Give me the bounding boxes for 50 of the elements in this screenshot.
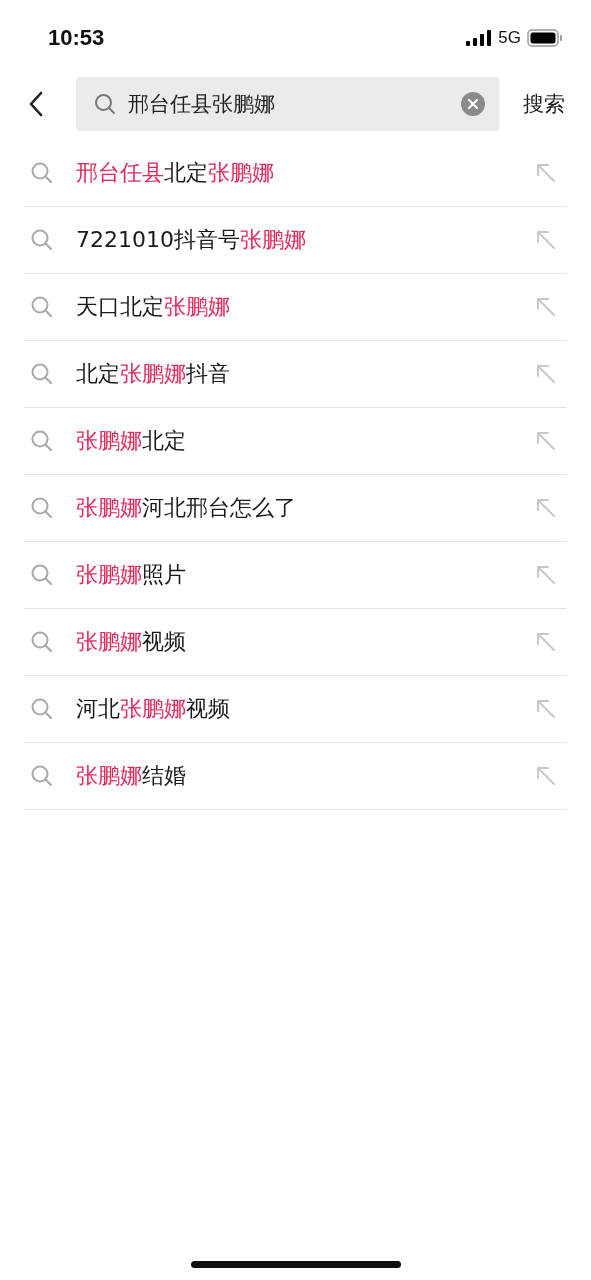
search-icon (30, 496, 54, 520)
search-icon (30, 563, 54, 587)
arrow-icon[interactable] (535, 363, 557, 385)
suggestion-item[interactable]: 河北张鹏娜视频 (24, 676, 567, 743)
arrow-icon[interactable] (535, 497, 557, 519)
arrow-icon[interactable] (535, 631, 557, 653)
suggestion-item[interactable]: 天口北定张鹏娜 (24, 274, 567, 341)
suggestion-text: 河北张鹏娜视频 (76, 695, 231, 723)
suggestion-text: 7221010抖音号张鹏娜 (76, 226, 307, 254)
suggestion-text: 张鹏娜结婚 (76, 762, 187, 790)
arrow-icon[interactable] (535, 229, 557, 251)
suggestion-text: 北定张鹏娜抖音 (76, 360, 231, 388)
search-icon (30, 764, 54, 788)
search-icon (30, 697, 54, 721)
search-icon (30, 362, 54, 386)
arrow-icon[interactable] (535, 698, 557, 720)
suggestion-item[interactable]: 7221010抖音号张鹏娜 (24, 207, 567, 274)
arrow-icon[interactable] (535, 430, 557, 452)
search-button[interactable]: 搜索 (523, 90, 565, 118)
back-icon[interactable] (28, 91, 44, 117)
search-icon (30, 228, 54, 252)
search-icon (30, 161, 54, 185)
search-icon (30, 295, 54, 319)
arrow-icon[interactable] (535, 765, 557, 787)
search-icon (30, 630, 54, 654)
suggestion-item[interactable]: 邢台任县北定张鹏娜 (24, 140, 567, 207)
status-time: 10:53 (48, 25, 105, 51)
arrow-icon[interactable] (535, 564, 557, 586)
suggestion-text: 张鹏娜北定 (76, 427, 187, 455)
search-icon (94, 93, 116, 115)
search-bar[interactable]: 邢台任县张鹏娜 (76, 77, 499, 131)
suggestion-item[interactable]: 张鹏娜河北邢台怎么了 (24, 475, 567, 542)
suggestion-item[interactable]: 张鹏娜视频 (24, 609, 567, 676)
arrow-icon[interactable] (535, 162, 557, 184)
suggestion-text: 天口北定张鹏娜 (76, 293, 231, 321)
clear-icon[interactable] (461, 92, 485, 116)
suggestion-text: 张鹏娜照片 (76, 561, 187, 589)
suggestion-text: 张鹏娜河北邢台怎么了 (76, 494, 297, 522)
suggestion-item[interactable]: 张鹏娜照片 (24, 542, 567, 609)
suggestion-item[interactable]: 张鹏娜结婚 (24, 743, 567, 810)
arrow-icon[interactable] (535, 296, 557, 318)
network-label: 5G (498, 28, 521, 48)
signal-icon (466, 30, 493, 46)
search-field[interactable]: 邢台任县张鹏娜 (128, 92, 449, 116)
suggestion-text: 邢台任县北定张鹏娜 (76, 159, 275, 187)
suggestion-text: 张鹏娜视频 (76, 628, 187, 656)
suggestion-item[interactable]: 北定张鹏娜抖音 (24, 341, 567, 408)
suggestion-item[interactable]: 张鹏娜北定 (24, 408, 567, 475)
search-icon (30, 429, 54, 453)
battery-icon (527, 29, 563, 47)
